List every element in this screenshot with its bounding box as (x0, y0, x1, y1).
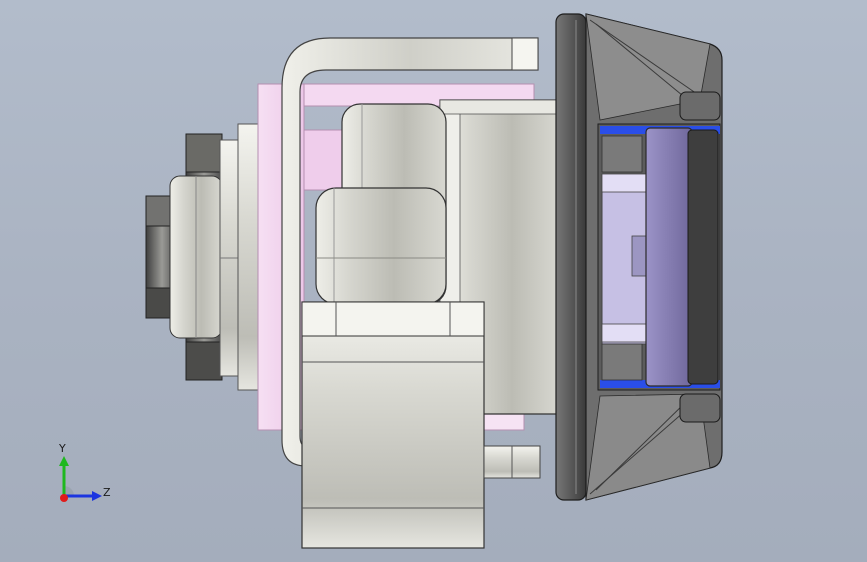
lower-pin (483, 445, 541, 479)
connector-assembly-model (145, 13, 723, 549)
lower-cylinder (315, 187, 447, 305)
graphics-viewport[interactable]: Y Z (0, 0, 867, 562)
y-axis-arrow (59, 456, 69, 466)
threaded-hub (169, 175, 223, 339)
z-axis-arrow (92, 491, 102, 501)
mounting-block (301, 301, 485, 549)
front-flange (555, 13, 587, 501)
z-axis-label: Z (103, 486, 111, 499)
lavender-latch-plate (645, 127, 693, 387)
x-axis-dot (60, 494, 68, 502)
y-axis-label: Y (59, 442, 66, 455)
